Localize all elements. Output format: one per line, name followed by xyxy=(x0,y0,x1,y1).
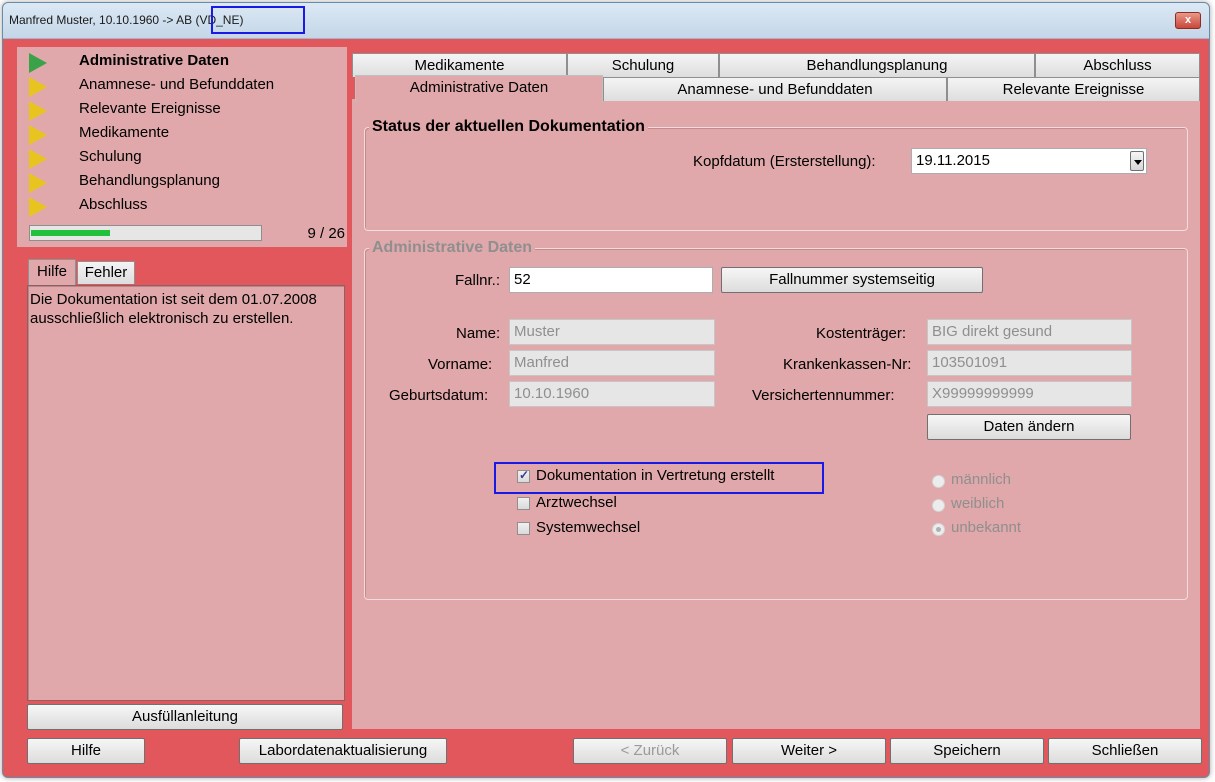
play-icon xyxy=(29,77,47,97)
maennlich-radio[interactable] xyxy=(932,475,945,488)
window-title-patient: Manfred Muster, 10.10.1960 -> xyxy=(9,13,177,27)
versichertennummer-value: X99999999999 xyxy=(932,385,1034,402)
fallnummer-systemseitig-button[interactable]: Fallnummer systemseitig xyxy=(721,267,983,293)
tab-administrative-daten[interactable]: Administrative Daten xyxy=(355,75,603,102)
close-window-button[interactable]: x xyxy=(1175,12,1201,29)
tab-anamnese-befunddaten[interactable]: Anamnese- und Befunddaten xyxy=(603,77,947,101)
unbekannt-radio[interactable] xyxy=(932,523,945,536)
nav-item-label: Abschluss xyxy=(79,196,148,213)
next-button[interactable]: Weiter > xyxy=(732,738,886,764)
play-active-icon xyxy=(29,53,47,73)
tab-label: Relevante Ereignisse xyxy=(1002,81,1145,98)
vorname-value: Manfred xyxy=(514,354,570,371)
nav-item-label: Medikamente xyxy=(79,124,170,141)
kassennr-field: 103501091 xyxy=(927,350,1132,376)
save-button[interactable]: Speichern xyxy=(890,738,1044,764)
nav-item-label: Relevante Ereignisse xyxy=(79,100,221,117)
title-bar: Manfred Muster, 10.10.1960 -> AB (VD_NE)… xyxy=(3,3,1209,39)
name-label: Name: xyxy=(456,325,501,342)
help-button[interactable]: Hilfe xyxy=(27,738,145,764)
progress-bar xyxy=(29,225,262,241)
labordaten-button[interactable]: Labordatenaktualisierung xyxy=(239,738,447,764)
fallnr-value: 52 xyxy=(514,271,531,288)
tab-label: Medikamente xyxy=(414,57,505,74)
arztwechsel-checkbox[interactable] xyxy=(517,497,530,510)
tab-fehler[interactable]: Fehler xyxy=(77,261,135,284)
tab-label: Schulung xyxy=(611,57,675,74)
tab-label: Behandlungsplanung xyxy=(806,57,948,74)
help-text: Die Dokumentation ist seit dem 01.07.200… xyxy=(30,291,317,327)
tab-schulung[interactable]: Schulung xyxy=(567,53,719,77)
versichertennummer-label: Versichertennummer: xyxy=(752,387,895,404)
kostentraeger-value: BIG direkt gesund xyxy=(932,323,1053,340)
tab-behandlungsplanung[interactable]: Behandlungsplanung xyxy=(719,53,1035,77)
unbekannt-label: unbekannt xyxy=(951,519,1022,536)
progress-count: 9 / 26 xyxy=(307,225,345,242)
tab-label: Fehler xyxy=(84,264,128,281)
admin-group-title: Administrative Daten xyxy=(369,239,536,257)
tab-abschluss[interactable]: Abschluss xyxy=(1035,53,1200,77)
nav-item-label: Administrative Daten xyxy=(79,52,230,69)
play-icon xyxy=(29,149,47,169)
back-button[interactable]: < Zurück xyxy=(573,738,727,764)
tab-label: Abschluss xyxy=(1083,57,1152,74)
vertretung-label: Dokumentation in Vertretung erstellt xyxy=(536,467,775,484)
nav-item-label: Anamnese- und Befunddaten xyxy=(79,76,275,93)
fill-guide-button[interactable]: Ausfüllanleitung xyxy=(27,704,343,730)
weiblich-label: weiblich xyxy=(951,495,1005,512)
chevron-down-icon[interactable] xyxy=(1130,151,1144,171)
daten-aendern-button[interactable]: Daten ändern xyxy=(927,414,1131,440)
geburtsdatum-label: Geburtsdatum: xyxy=(389,387,489,404)
versichertennummer-field: X99999999999 xyxy=(927,381,1132,407)
play-icon xyxy=(29,173,47,193)
help-panel: Die Dokumentation ist seit dem 01.07.200… xyxy=(27,285,345,701)
play-icon xyxy=(29,125,47,145)
play-icon xyxy=(29,197,47,217)
kassennr-label: Krankenkassen-Nr: xyxy=(783,356,912,373)
nav-item-label: Behandlungsplanung xyxy=(79,172,220,189)
systemwechsel-label: Systemwechsel xyxy=(536,519,641,536)
app-window: Manfred Muster, 10.10.1960 -> AB (VD_NE)… xyxy=(2,2,1210,778)
vorname-field: Manfred xyxy=(509,350,715,376)
kopfdatum-label: Kopfdatum (Ersterstellung): xyxy=(693,153,876,170)
kassennr-value: 103501091 xyxy=(932,354,1008,371)
close-button[interactable]: Schließen xyxy=(1048,738,1202,764)
fallnr-input[interactable]: 52 xyxy=(509,267,713,293)
geburtsdatum-value: 10.10.1960 xyxy=(514,385,590,402)
tab-label: Administrative Daten xyxy=(409,79,549,96)
title-highlight-box xyxy=(211,6,305,34)
status-group-title: Status der aktuellen Dokumentation xyxy=(369,118,648,136)
play-icon xyxy=(29,101,47,121)
kopfdatum-value: 19.11.2015 xyxy=(916,152,990,169)
maennlich-label: männlich xyxy=(951,471,1012,488)
status-group xyxy=(364,127,1188,231)
tab-hilfe[interactable]: Hilfe xyxy=(28,259,76,285)
tab-label: Anamnese- und Befunddaten xyxy=(677,81,873,98)
arztwechsel-label: Arztwechsel xyxy=(536,494,617,511)
tab-medikamente[interactable]: Medikamente xyxy=(352,53,567,77)
sidebar-panel: Administrative Daten Anamnese- und Befun… xyxy=(17,47,347,247)
window-title: Manfred Muster, 10.10.1960 -> AB (VD_NE) xyxy=(9,13,243,27)
nav-item-label: Schulung xyxy=(79,148,142,165)
vertretung-checkbox[interactable] xyxy=(517,468,530,483)
name-field: Muster xyxy=(509,319,715,345)
name-value: Muster xyxy=(514,323,560,340)
fallnr-label: Fallnr.: xyxy=(455,272,501,289)
kostentraeger-label: Kostenträger: xyxy=(816,325,907,342)
kopfdatum-dropdown[interactable]: 19.11.2015 xyxy=(911,148,1147,174)
vorname-label: Vorname: xyxy=(428,356,493,373)
tab-label: Hilfe xyxy=(36,263,67,280)
systemwechsel-checkbox[interactable] xyxy=(517,522,530,535)
kostentraeger-field: BIG direkt gesund xyxy=(927,319,1132,345)
tab-relevante-ereignisse[interactable]: Relevante Ereignisse xyxy=(947,77,1200,101)
geburtsdatum-field: 10.10.1960 xyxy=(509,381,715,407)
weiblich-radio[interactable] xyxy=(932,499,945,512)
progress-fill xyxy=(31,230,110,236)
